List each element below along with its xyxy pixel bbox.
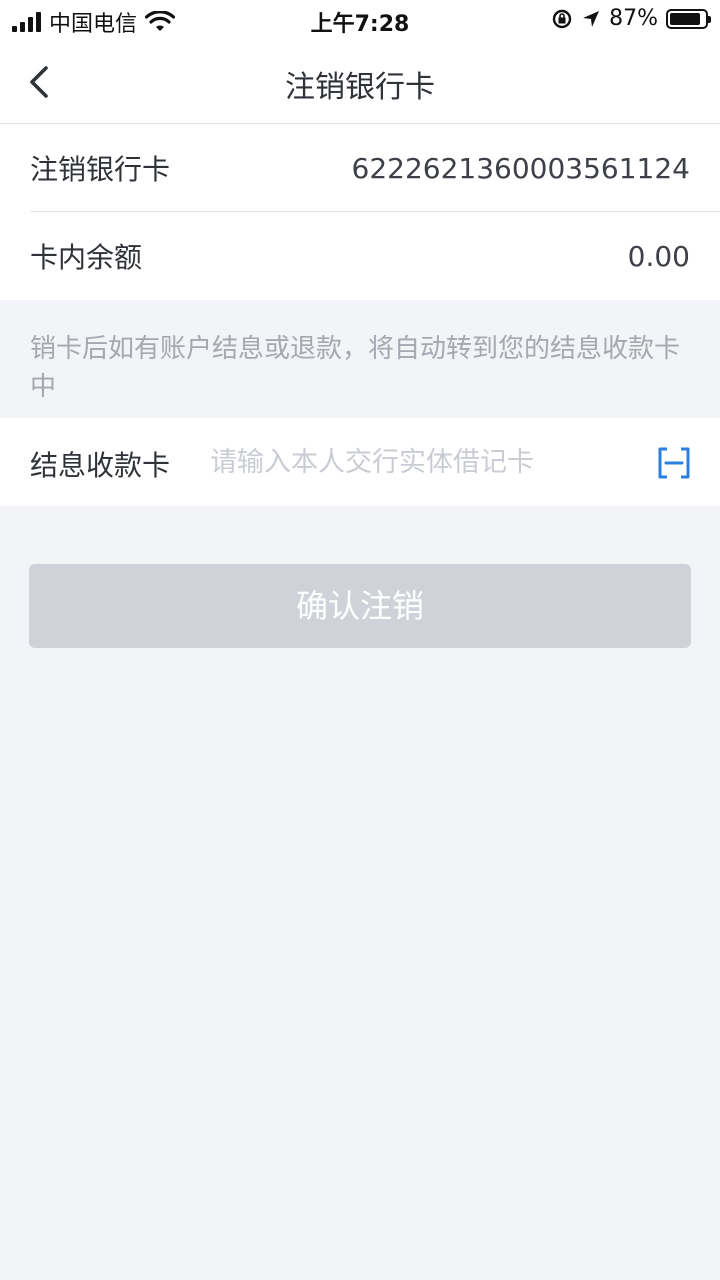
battery-percent: 87% (609, 6, 658, 31)
card-number-label: 注销银行卡 (30, 153, 171, 186)
balance-value: 0.00 (627, 239, 690, 273)
status-bar: 中国电信 上午7:28 87% (0, 0, 720, 40)
scan-icon (658, 447, 690, 479)
notice-text: 销卡后如有账户结息或退款，将自动转到您的结息收款卡中 (30, 334, 681, 402)
balance-label: 卡内余额 (30, 241, 143, 274)
interest-card-input[interactable] (210, 438, 630, 486)
confirm-cancel-button[interactable]: 确认注销 (29, 564, 691, 648)
interest-card-row: 结息收款卡 (0, 418, 720, 506)
card-number-value: 6222621360003561124 (351, 151, 690, 185)
scan-button[interactable] (656, 446, 692, 480)
balance-row: 卡内余额 0.00 (0, 212, 720, 300)
status-right: 87% (551, 6, 711, 31)
interest-card-label: 结息收款卡 (30, 449, 171, 482)
nav-bar: 注销银行卡 (0, 40, 720, 124)
battery-icon (666, 8, 711, 29)
location-arrow-icon (583, 10, 600, 27)
card-info-group: 注销银行卡 6222621360003561124 卡内余额 0.00 (0, 124, 720, 300)
card-number-row: 注销银行卡 6222621360003561124 (0, 124, 720, 212)
page-title: 注销银行卡 (285, 70, 435, 105)
battery-level (670, 12, 700, 25)
rotation-lock-icon (552, 9, 572, 28)
